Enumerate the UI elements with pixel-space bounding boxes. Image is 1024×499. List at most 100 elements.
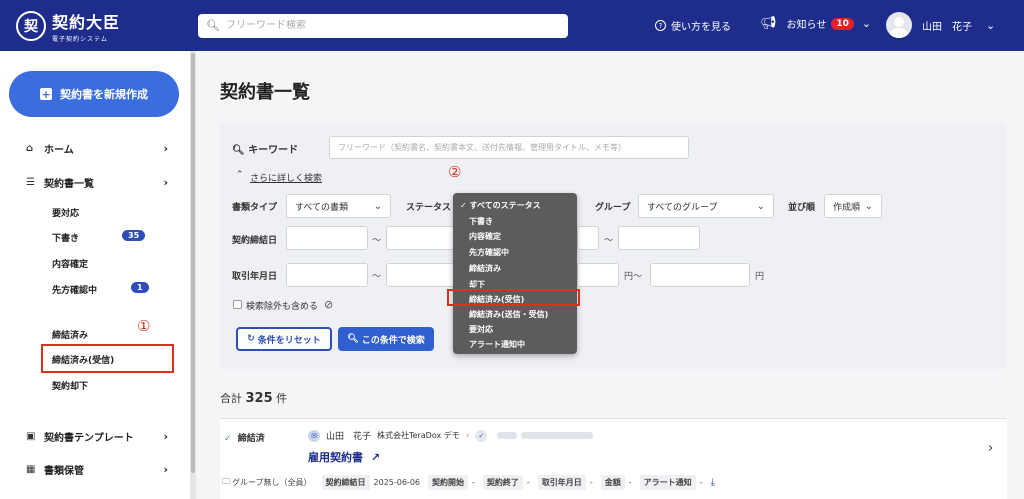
group-name: グループ無し（全員） [232,478,312,487]
document-title-link[interactable]: 雇用契約書 ↗ [308,449,380,465]
conclusion-date-from[interactable] [286,226,368,250]
redacted-text [497,432,518,439]
dropdown-option[interactable]: 要対応 [469,324,493,335]
sidebar: + 契約書を新規作成 ⌂ ホーム › ☰ 契約書一覧 › 要対応 下書き 35 … [0,51,190,499]
chevron-right-icon: › [465,430,470,441]
meta-value: - [699,478,703,487]
help-icon: ? [655,20,666,31]
keyword-input[interactable]: フリーワード（契約書名、契約書本文、送付先情報、管理用タイトル、メモ等） [329,136,689,159]
total-prefix: 合計 [220,392,242,405]
eye-slash-icon[interactable]: ⊘ [324,298,333,311]
redacted-text [521,432,594,439]
chevron-down-icon: ⌄ [986,18,996,32]
app-logo[interactable]: 契 契約大臣 電子契約システム [16,9,186,43]
sidebar-subitem-concluded[interactable]: 締結済み [52,328,88,341]
chevron-down-icon: ⌄ [861,17,872,30]
sidebar-item-home[interactable]: ⌂ ホーム › [26,141,168,156]
chevron-down-icon: ⌄ [864,200,873,212]
home-icon: ⌂ [26,143,34,154]
archive-icon: ▦ [26,464,36,475]
check-icon: ✓ [475,429,488,442]
meta-value: - [589,478,593,487]
group-select[interactable]: すべてのグループ ⌄ [638,194,774,218]
sidebar-subitem-label: 内容確定 [52,260,89,270]
dropdown-option[interactable]: アラート通知中 [469,339,525,350]
conclusion-date-to[interactable] [386,226,456,250]
range-tilde: 〜 [372,236,382,246]
result-total: 合計 325 件 [220,390,287,406]
avatar [886,12,912,38]
sidebar-item-templates[interactable]: ▣ 契約書テンプレート › [26,429,168,444]
dropdown-option[interactable]: 下書き [469,216,493,227]
plus-icon: + [40,87,52,101]
chevron-right-icon[interactable]: › [988,441,993,456]
sort-label: 並び順 [788,203,816,213]
dropdown-option[interactable]: 締結済み [469,263,501,274]
total-suffix: 件 [276,392,288,405]
sidebar-subitem-content-confirmed[interactable]: 内容確定 [52,257,88,270]
status-label: ステータス [406,203,452,213]
sidebar-item-label: 書類保管 [44,466,84,477]
user-menu[interactable]: 山田 花子 ⌄ [886,12,995,38]
sidebar-subitem-rejected[interactable]: 契約却下 [52,379,88,392]
megaphone-icon: 📢︎ [760,16,777,31]
logo-mark: 契 [16,10,46,41]
template-icon: ▣ [26,431,36,442]
keyword-label: 🔍︎ キーワード [232,141,298,156]
table-row[interactable]: ✓ 締結済 ✉ 山田 花子 株式会社TeraDox デモ › ✓ 雇用契約書 ↗… [220,418,1007,499]
sidebar-subitem-label: 要対応 [52,209,80,219]
sidebar-scrollbar[interactable] [190,51,196,499]
sidebar-item-contracts[interactable]: ☰ 契約書一覧 › [26,175,168,190]
sidebar-subitem-label: 下書き [52,234,80,244]
status-dropdown-menu[interactable]: ✓ すべてのステータス 下書き 内容確定 先方確認中 締結済み 却下 締結済み(… [453,193,577,354]
transaction-date-from[interactable] [286,263,368,287]
meta-tag: 契約終了 [482,475,523,490]
amount-yen-tilde: 円〜 [624,272,643,282]
dropdown-option[interactable]: 締結済み(送信・受信) [469,309,548,320]
download-icon[interactable]: ⤓ [710,477,714,488]
amount-to[interactable] [650,263,750,287]
notice-count-badge: 10 [831,17,854,30]
date-to-field[interactable] [618,226,700,250]
row-meta: 🗀︎ グループ無し（全員） 契約締結日 2025-06-06 契約開始 - 契約… [222,475,715,490]
help-link[interactable]: ? 使い方を見る [655,18,731,33]
dropdown-option[interactable]: 先方確認中 [469,247,509,258]
chevron-right-icon: › [163,176,168,189]
meta-tag: 取引年月日 [537,475,586,490]
chevron-down-icon: ⌄ [756,200,765,212]
notifications-button[interactable]: 📢︎ お知らせ 10 ⌄ [760,16,871,31]
sidebar-item-label: 契約書テンプレート [44,433,134,444]
search-panel: 🔍︎ キーワード フリーワード（契約書名、契約書本文、送付先情報、管理用タイトル… [220,123,1007,369]
sidebar-subitem-needs-action[interactable]: 要対応 [52,206,79,219]
exclude-checkbox[interactable] [233,300,242,309]
scrollbar-thumb[interactable] [191,53,195,473]
dropdown-option[interactable]: ✓ すべてのステータス [460,200,541,211]
search-button-label: この条件で検索 [361,335,425,346]
dropdown-option[interactable]: 内容確定 [469,231,501,242]
list-icon: ☰ [26,177,35,188]
sidebar-subitem-awaiting[interactable]: 先方確認中 [52,283,97,296]
new-contract-button[interactable]: + 契約書を新規作成 [9,71,179,117]
global-search-input[interactable] [225,20,546,31]
transaction-date-to[interactable] [386,263,456,287]
search-button[interactable]: 🔍︎ この条件で検索 [338,327,434,351]
sidebar-item-storage[interactable]: ▦ 書類保管 › [26,462,168,477]
sidebar-subitem-label: 先方確認中 [52,286,98,296]
global-search[interactable]: 🔍︎ [198,13,568,38]
search-icon: 🔍︎ [232,145,245,156]
doc-type-select[interactable]: すべての書類 ⌄ [286,194,391,218]
date-field-partial[interactable] [577,226,599,250]
party-company: 株式会社TeraDox デモ [377,431,460,440]
party-name: 山田 花子 [326,432,372,442]
search-icon: 🔍︎ [347,334,359,344]
amount-yen: 円 [755,272,765,282]
reset-button[interactable]: ↻ 条件をリセット [236,327,332,351]
sidebar-subitem-draft[interactable]: 下書き [52,231,79,244]
check-icon: ✓ [224,434,232,444]
amount-from[interactable] [577,263,619,287]
page-title: 契約書一覧 [220,82,310,103]
sort-select[interactable]: 作成順 ⌄ [824,194,882,218]
keyword-label-text: キーワード [248,145,299,156]
logo-title: 契約大臣 [52,12,121,32]
advanced-search-link[interactable]: さらに詳しく検索 [250,171,322,184]
